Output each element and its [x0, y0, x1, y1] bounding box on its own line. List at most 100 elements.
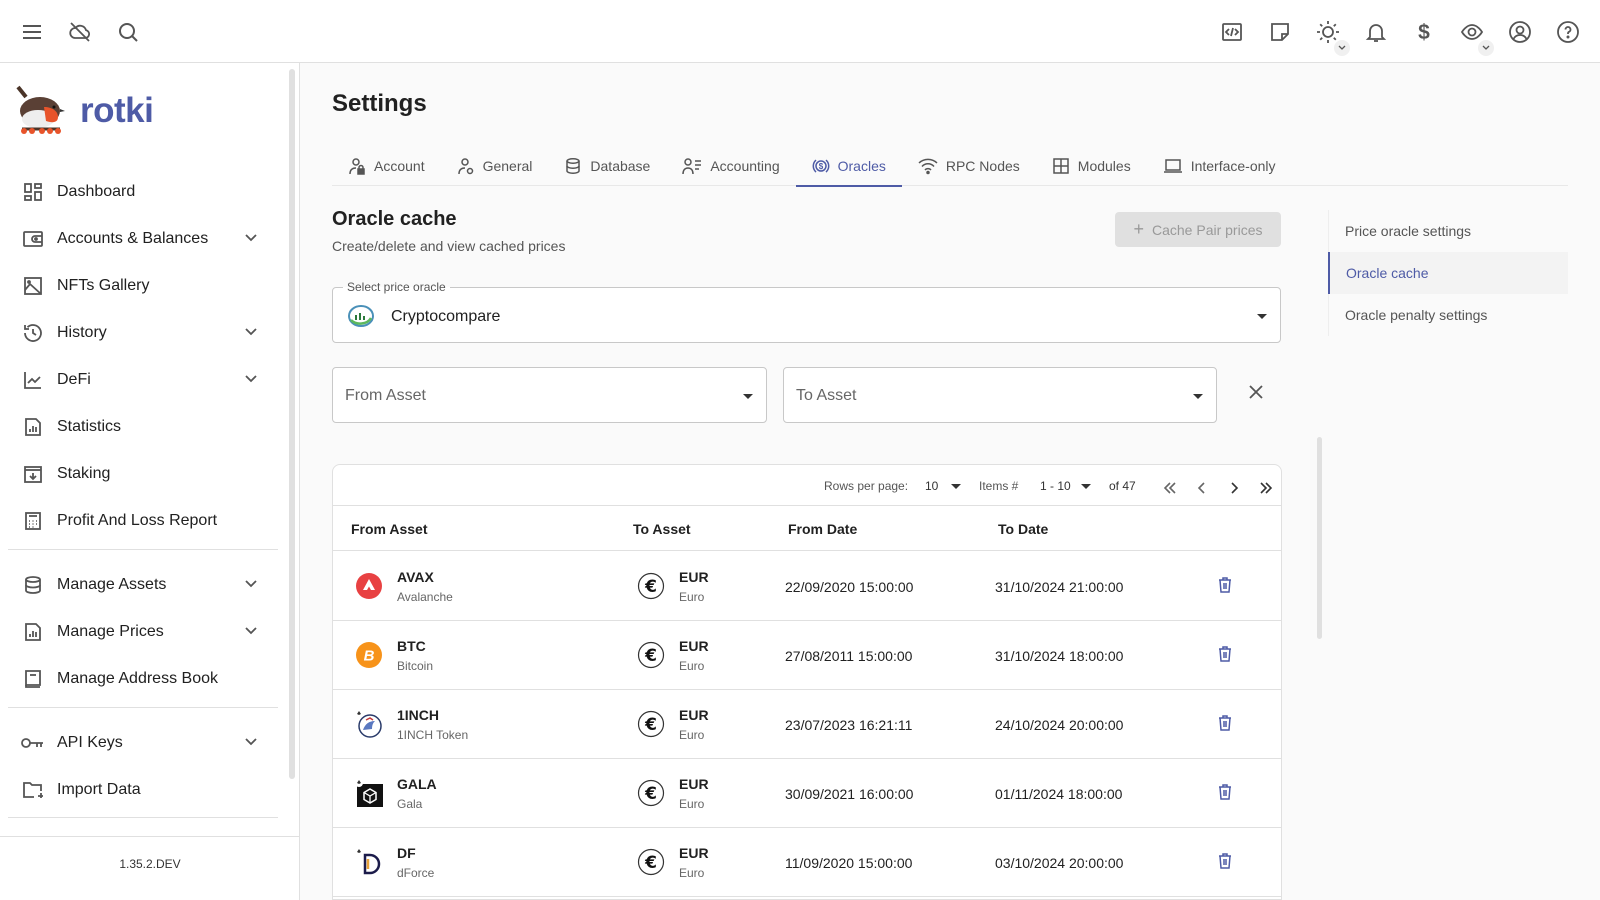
sidebar-item-staking[interactable]: Staking — [8, 452, 278, 496]
sidebar-item-label: API Keys — [57, 734, 123, 751]
column-header-from-date[interactable]: From Date — [788, 521, 857, 537]
sidebar-item-import-data[interactable]: Import Data — [8, 768, 278, 812]
sidebar-item-statistics[interactable]: Statistics — [8, 405, 278, 449]
sidebar-item-accounts-balances[interactable]: Accounts & Balances — [8, 217, 278, 261]
clear-filters-close-icon[interactable] — [1248, 384, 1264, 400]
from-asset-name: Avalanche — [397, 590, 453, 604]
svg-text:€: € — [644, 715, 657, 735]
items-total: of 47 — [1109, 479, 1136, 493]
from-date: 22/09/2020 15:00:00 — [785, 579, 914, 595]
to-asset-select[interactable]: To Asset — [783, 367, 1217, 423]
cache-pair-prices-button[interactable]: + Cache Pair prices — [1115, 212, 1281, 247]
items-range-select[interactable]: 1 - 10 — [1040, 479, 1071, 493]
tab-label: General — [482, 158, 533, 174]
column-header-from-asset[interactable]: From Asset — [351, 521, 428, 537]
sidebar-item-manage-address-book[interactable]: Manage Address Book — [8, 657, 278, 701]
sidebar-divider — [8, 707, 278, 708]
book-icon — [21, 667, 45, 691]
sidebar-item-defi[interactable]: DeFi — [8, 358, 278, 402]
app-logo[interactable]: rotki — [14, 85, 154, 137]
sidebar-item-label: NFTs Gallery — [57, 277, 150, 294]
price-oracle-select[interactable]: Select price oracle Cryptocompare — [332, 280, 1281, 343]
table-pagination: Rows per page: 10 Items # 1 - 10 of 47 — [333, 465, 1281, 506]
table-row: B BTC Bitcoin € EUR Euro 27/08/2011 15:0… — [333, 621, 1281, 690]
sidebar-item-manage-assets[interactable]: Manage Assets — [8, 563, 278, 607]
sidebar-item-manage-prices[interactable]: Manage Prices — [8, 610, 278, 654]
search-icon[interactable] — [114, 18, 142, 46]
delete-trash-icon[interactable] — [1217, 645, 1233, 663]
to-asset-placeholder: To Asset — [796, 387, 857, 404]
svg-text:€: € — [644, 853, 657, 873]
gala-asset-icon — [355, 779, 383, 807]
next-page-icon[interactable] — [1225, 479, 1243, 497]
1inch-asset-icon — [355, 710, 382, 738]
to-date: 31/10/2024 18:00:00 — [995, 648, 1124, 664]
euro-asset-icon: € — [637, 848, 665, 876]
dropdown-caret-icon — [1257, 314, 1267, 319]
from-asset-name: Bitcoin — [397, 659, 434, 673]
oracle-cache-table: Rows per page: 10 Items # 1 - 10 of 47 F… — [332, 464, 1282, 900]
section-navigation: Price oracle settings Oracle cache Oracl… — [1328, 210, 1568, 336]
last-page-icon[interactable] — [1257, 479, 1275, 497]
chevron-down-icon — [242, 575, 260, 593]
delete-trash-icon[interactable] — [1217, 576, 1233, 594]
nav-oracle-cache[interactable]: Oracle cache — [1328, 252, 1568, 294]
tab-account[interactable]: Account — [332, 146, 441, 186]
sidebar-item-label: Profit And Loss Report — [57, 512, 218, 529]
sidebar-item-api-keys[interactable]: API Keys — [8, 721, 278, 765]
previous-page-icon[interactable] — [1193, 479, 1211, 497]
chevron-down-icon — [242, 323, 260, 341]
to-asset-symbol: EUR — [679, 569, 709, 585]
svg-text:$: $ — [818, 162, 823, 171]
theme-menu-chevron-icon[interactable] — [1334, 40, 1350, 56]
sidebar-item-history[interactable]: History — [8, 311, 278, 355]
menu-icon[interactable] — [18, 18, 46, 46]
tab-label: Oracles — [837, 158, 886, 174]
to-date: 03/10/2024 20:00:00 — [995, 855, 1124, 871]
sidebar-divider — [8, 549, 278, 550]
currency-dollar-icon[interactable]: $ — [1410, 18, 1438, 46]
code-icon[interactable] — [1218, 18, 1246, 46]
sticky-note-icon[interactable] — [1266, 18, 1294, 46]
cloud-off-icon[interactable] — [66, 18, 94, 46]
tab-modules[interactable]: Modules — [1036, 146, 1147, 186]
sidebar-item-profit-loss-report[interactable]: Profit And Loss Report — [8, 499, 278, 543]
to-date: 01/11/2024 18:00:00 — [995, 786, 1123, 802]
selected-oracle: Cryptocompare — [391, 308, 501, 325]
from-asset-symbol: DF — [397, 845, 416, 861]
main-scrollbar[interactable] — [1317, 437, 1322, 639]
bell-icon[interactable] — [1362, 18, 1390, 46]
tab-rpc-nodes[interactable]: RPC Nodes — [902, 146, 1036, 186]
sidebar-item-nfts-gallery[interactable]: NFTs Gallery — [8, 264, 278, 308]
tab-general[interactable]: General — [441, 146, 549, 186]
calculator-icon — [21, 509, 45, 533]
nav-oracle-penalty-settings[interactable]: Oracle penalty settings — [1328, 294, 1568, 336]
sidebar-scrollbar[interactable] — [289, 69, 295, 779]
rows-per-page-select[interactable]: 10 — [925, 479, 938, 493]
delete-trash-icon[interactable] — [1217, 852, 1233, 870]
privacy-menu-chevron-icon[interactable] — [1478, 40, 1494, 56]
sidebar-item-dashboard[interactable]: Dashboard — [8, 170, 278, 214]
delete-trash-icon[interactable] — [1217, 714, 1233, 732]
tab-accounting[interactable]: Accounting — [666, 146, 795, 186]
first-page-icon[interactable] — [1161, 479, 1179, 497]
svg-text:€: € — [644, 577, 657, 597]
coin-exchange-icon: $ — [812, 157, 830, 175]
account-circle-icon[interactable] — [1506, 18, 1534, 46]
column-header-to-date[interactable]: To Date — [998, 521, 1048, 537]
to-asset-symbol: EUR — [679, 638, 709, 654]
tab-oracles[interactable]: $ Oracles — [795, 146, 903, 187]
tab-database[interactable]: Database — [548, 146, 666, 186]
to-asset-symbol: EUR — [679, 845, 709, 861]
help-icon[interactable] — [1554, 18, 1582, 46]
to-asset-symbol: EUR — [679, 707, 709, 723]
btc-asset-icon: B — [356, 642, 382, 668]
settings-tabs: Account General Database Accounting $ Or… — [332, 146, 1568, 187]
from-asset-select[interactable]: From Asset — [332, 367, 767, 423]
nav-price-oracle-settings[interactable]: Price oracle settings — [1328, 210, 1568, 252]
delete-trash-icon[interactable] — [1217, 783, 1233, 801]
column-header-to-asset[interactable]: To Asset — [633, 521, 691, 537]
image-icon — [21, 274, 45, 298]
tab-interface-only[interactable]: Interface-only — [1147, 146, 1292, 186]
table-row: DF dForce € EUR Euro 11/09/2020 15:00:00… — [333, 828, 1281, 897]
